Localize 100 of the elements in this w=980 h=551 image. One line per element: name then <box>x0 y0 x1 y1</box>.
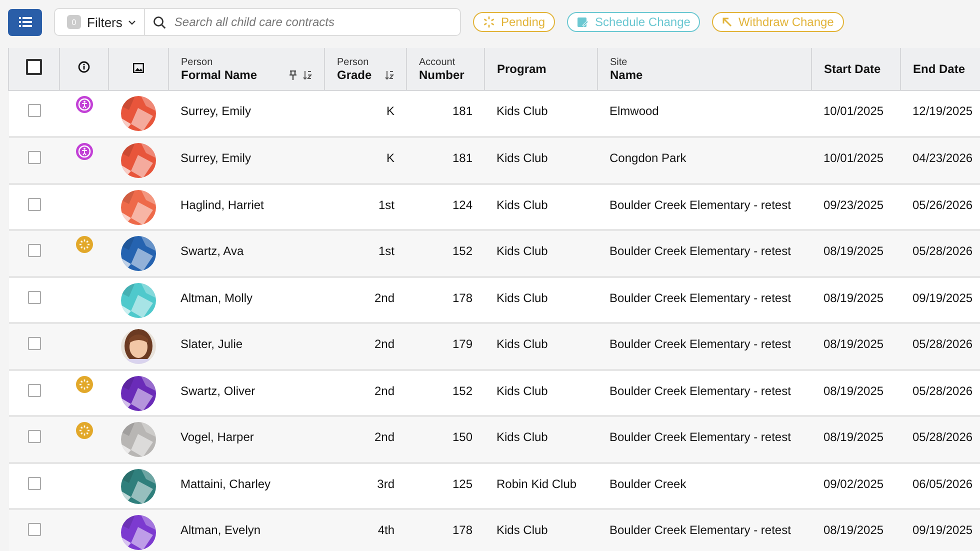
row-checkbox[interactable] <box>28 290 40 304</box>
site-cell: Congdon Park <box>598 137 812 184</box>
column-group-label: Person <box>181 56 214 68</box>
select-all-checkbox[interactable] <box>26 58 42 74</box>
end-date-cell: 05/28/2026 <box>900 416 980 462</box>
list-view-button[interactable] <box>8 8 42 36</box>
end-date-cell: 04/23/2026 <box>900 137 980 184</box>
grade-cell: 1st <box>324 184 406 230</box>
grade-cell: K <box>324 137 406 184</box>
start-date-cell: 08/19/2025 <box>812 323 900 370</box>
site-cell: Boulder Creek <box>598 462 812 509</box>
row-checkbox[interactable] <box>28 476 40 490</box>
account-cell: 152 <box>406 370 484 416</box>
row-checkbox[interactable] <box>28 151 40 164</box>
column-header[interactable]: Formal Name <box>181 68 258 82</box>
name-cell: Altman, Molly <box>168 276 324 323</box>
grade-cell: K <box>324 90 406 137</box>
program-cell: Kids Club <box>484 90 598 137</box>
start-date-cell: 10/01/2025 <box>812 90 900 137</box>
grade-cell: 2nd <box>324 323 406 370</box>
program-cell: Kids Club <box>484 323 598 370</box>
column-header[interactable]: Name <box>610 68 643 82</box>
site-cell: Elmwood <box>598 90 812 137</box>
site-cell: Boulder Creek Elementary - retest <box>598 370 812 416</box>
start-date-cell: 09/23/2025 <box>812 184 900 230</box>
row-checkbox[interactable] <box>28 337 40 350</box>
account-cell: 125 <box>406 462 484 509</box>
start-date-cell: 08/19/2025 <box>812 276 900 323</box>
sort-icon[interactable] <box>303 70 312 80</box>
name-cell: Vogel, Harper <box>168 416 324 462</box>
program-cell: Robin Kid Club <box>484 462 598 509</box>
grade-cell: 3rd <box>324 462 406 509</box>
name-cell: Swartz, Ava <box>168 230 324 276</box>
start-date-cell: 08/19/2025 <box>812 416 900 462</box>
search-icon <box>153 16 166 28</box>
accessibility-icon <box>76 96 92 113</box>
accessibility-icon <box>76 143 92 160</box>
sort-icon[interactable] <box>385 70 394 80</box>
name-cell: Swartz, Oliver <box>168 370 324 416</box>
column-group-label: Account <box>419 56 456 68</box>
program-cell: Kids Club <box>484 416 598 462</box>
column-group-label: Site <box>610 56 628 68</box>
account-cell: 124 <box>406 184 484 230</box>
spinner-icon <box>483 16 495 28</box>
column-header[interactable]: Number <box>419 68 464 82</box>
program-cell: Kids Club <box>484 184 598 230</box>
account-cell: 178 <box>406 509 484 551</box>
pending-icon <box>76 236 92 253</box>
site-cell: Boulder Creek Elementary - retest <box>598 230 812 276</box>
grade-cell: 2nd <box>324 416 406 462</box>
account-cell: 150 <box>406 416 484 462</box>
end-date-cell: 05/26/2026 <box>900 184 980 230</box>
program-cell: Kids Club <box>484 509 598 551</box>
name-cell: Surrey, Emily <box>168 90 324 137</box>
column-header[interactable]: Program <box>497 62 546 76</box>
name-cell: Haglind, Harriet <box>168 184 324 230</box>
account-cell: 178 <box>406 276 484 323</box>
site-cell: Boulder Creek Elementary - retest <box>598 509 812 551</box>
list-icon <box>18 17 32 27</box>
start-date-cell: 09/02/2025 <box>812 462 900 509</box>
row-checkbox[interactable] <box>28 198 40 210</box>
end-date-cell: 05/28/2026 <box>900 370 980 416</box>
name-cell: Altman, Evelyn <box>168 509 324 551</box>
grade-cell: 2nd <box>324 276 406 323</box>
account-cell: 181 <box>406 90 484 137</box>
row-checkbox[interactable] <box>28 104 40 117</box>
site-cell: Boulder Creek Elementary - retest <box>598 276 812 323</box>
row-checkbox[interactable] <box>28 244 40 257</box>
pending-icon <box>76 422 92 439</box>
calendar-edit-icon <box>577 16 590 28</box>
program-cell: Kids Club <box>484 276 598 323</box>
column-group-label: Person <box>337 56 370 68</box>
site-cell: Boulder Creek Elementary - retest <box>598 323 812 370</box>
program-cell: Kids Club <box>484 370 598 416</box>
pin-icon[interactable] <box>289 70 297 80</box>
column-header[interactable]: Grade <box>337 68 372 82</box>
start-date-cell: 08/19/2025 <box>812 509 900 551</box>
end-date-cell: 05/28/2026 <box>900 230 980 276</box>
pending-icon <box>76 376 92 392</box>
end-date-cell: 09/19/2025 <box>900 276 980 323</box>
info-icon <box>78 61 90 73</box>
end-date-cell: 09/19/2025 <box>900 509 980 551</box>
site-cell: Boulder Creek Elementary - retest <box>598 416 812 462</box>
site-cell: Boulder Creek Elementary - retest <box>598 184 812 230</box>
row-checkbox[interactable] <box>28 384 40 396</box>
row-checkbox[interactable] <box>28 523 40 536</box>
start-date-cell: 10/01/2025 <box>812 137 900 184</box>
start-date-cell: 08/19/2025 <box>812 230 900 276</box>
arrow-up-left-icon <box>722 17 732 27</box>
account-cell: 181 <box>406 137 484 184</box>
end-date-cell: 12/19/2025 <box>900 90 980 137</box>
name-cell: Mattaini, Charley <box>168 462 324 509</box>
name-cell: Surrey, Emily <box>168 137 324 184</box>
account-cell: 152 <box>406 230 484 276</box>
program-cell: Kids Club <box>484 230 598 276</box>
chevron-down-icon <box>128 20 136 24</box>
row-checkbox[interactable] <box>28 430 40 443</box>
end-date-cell: 06/05/2026 <box>900 462 980 509</box>
grade-cell: 4th <box>324 509 406 551</box>
end-date-cell: 05/28/2026 <box>900 323 980 370</box>
